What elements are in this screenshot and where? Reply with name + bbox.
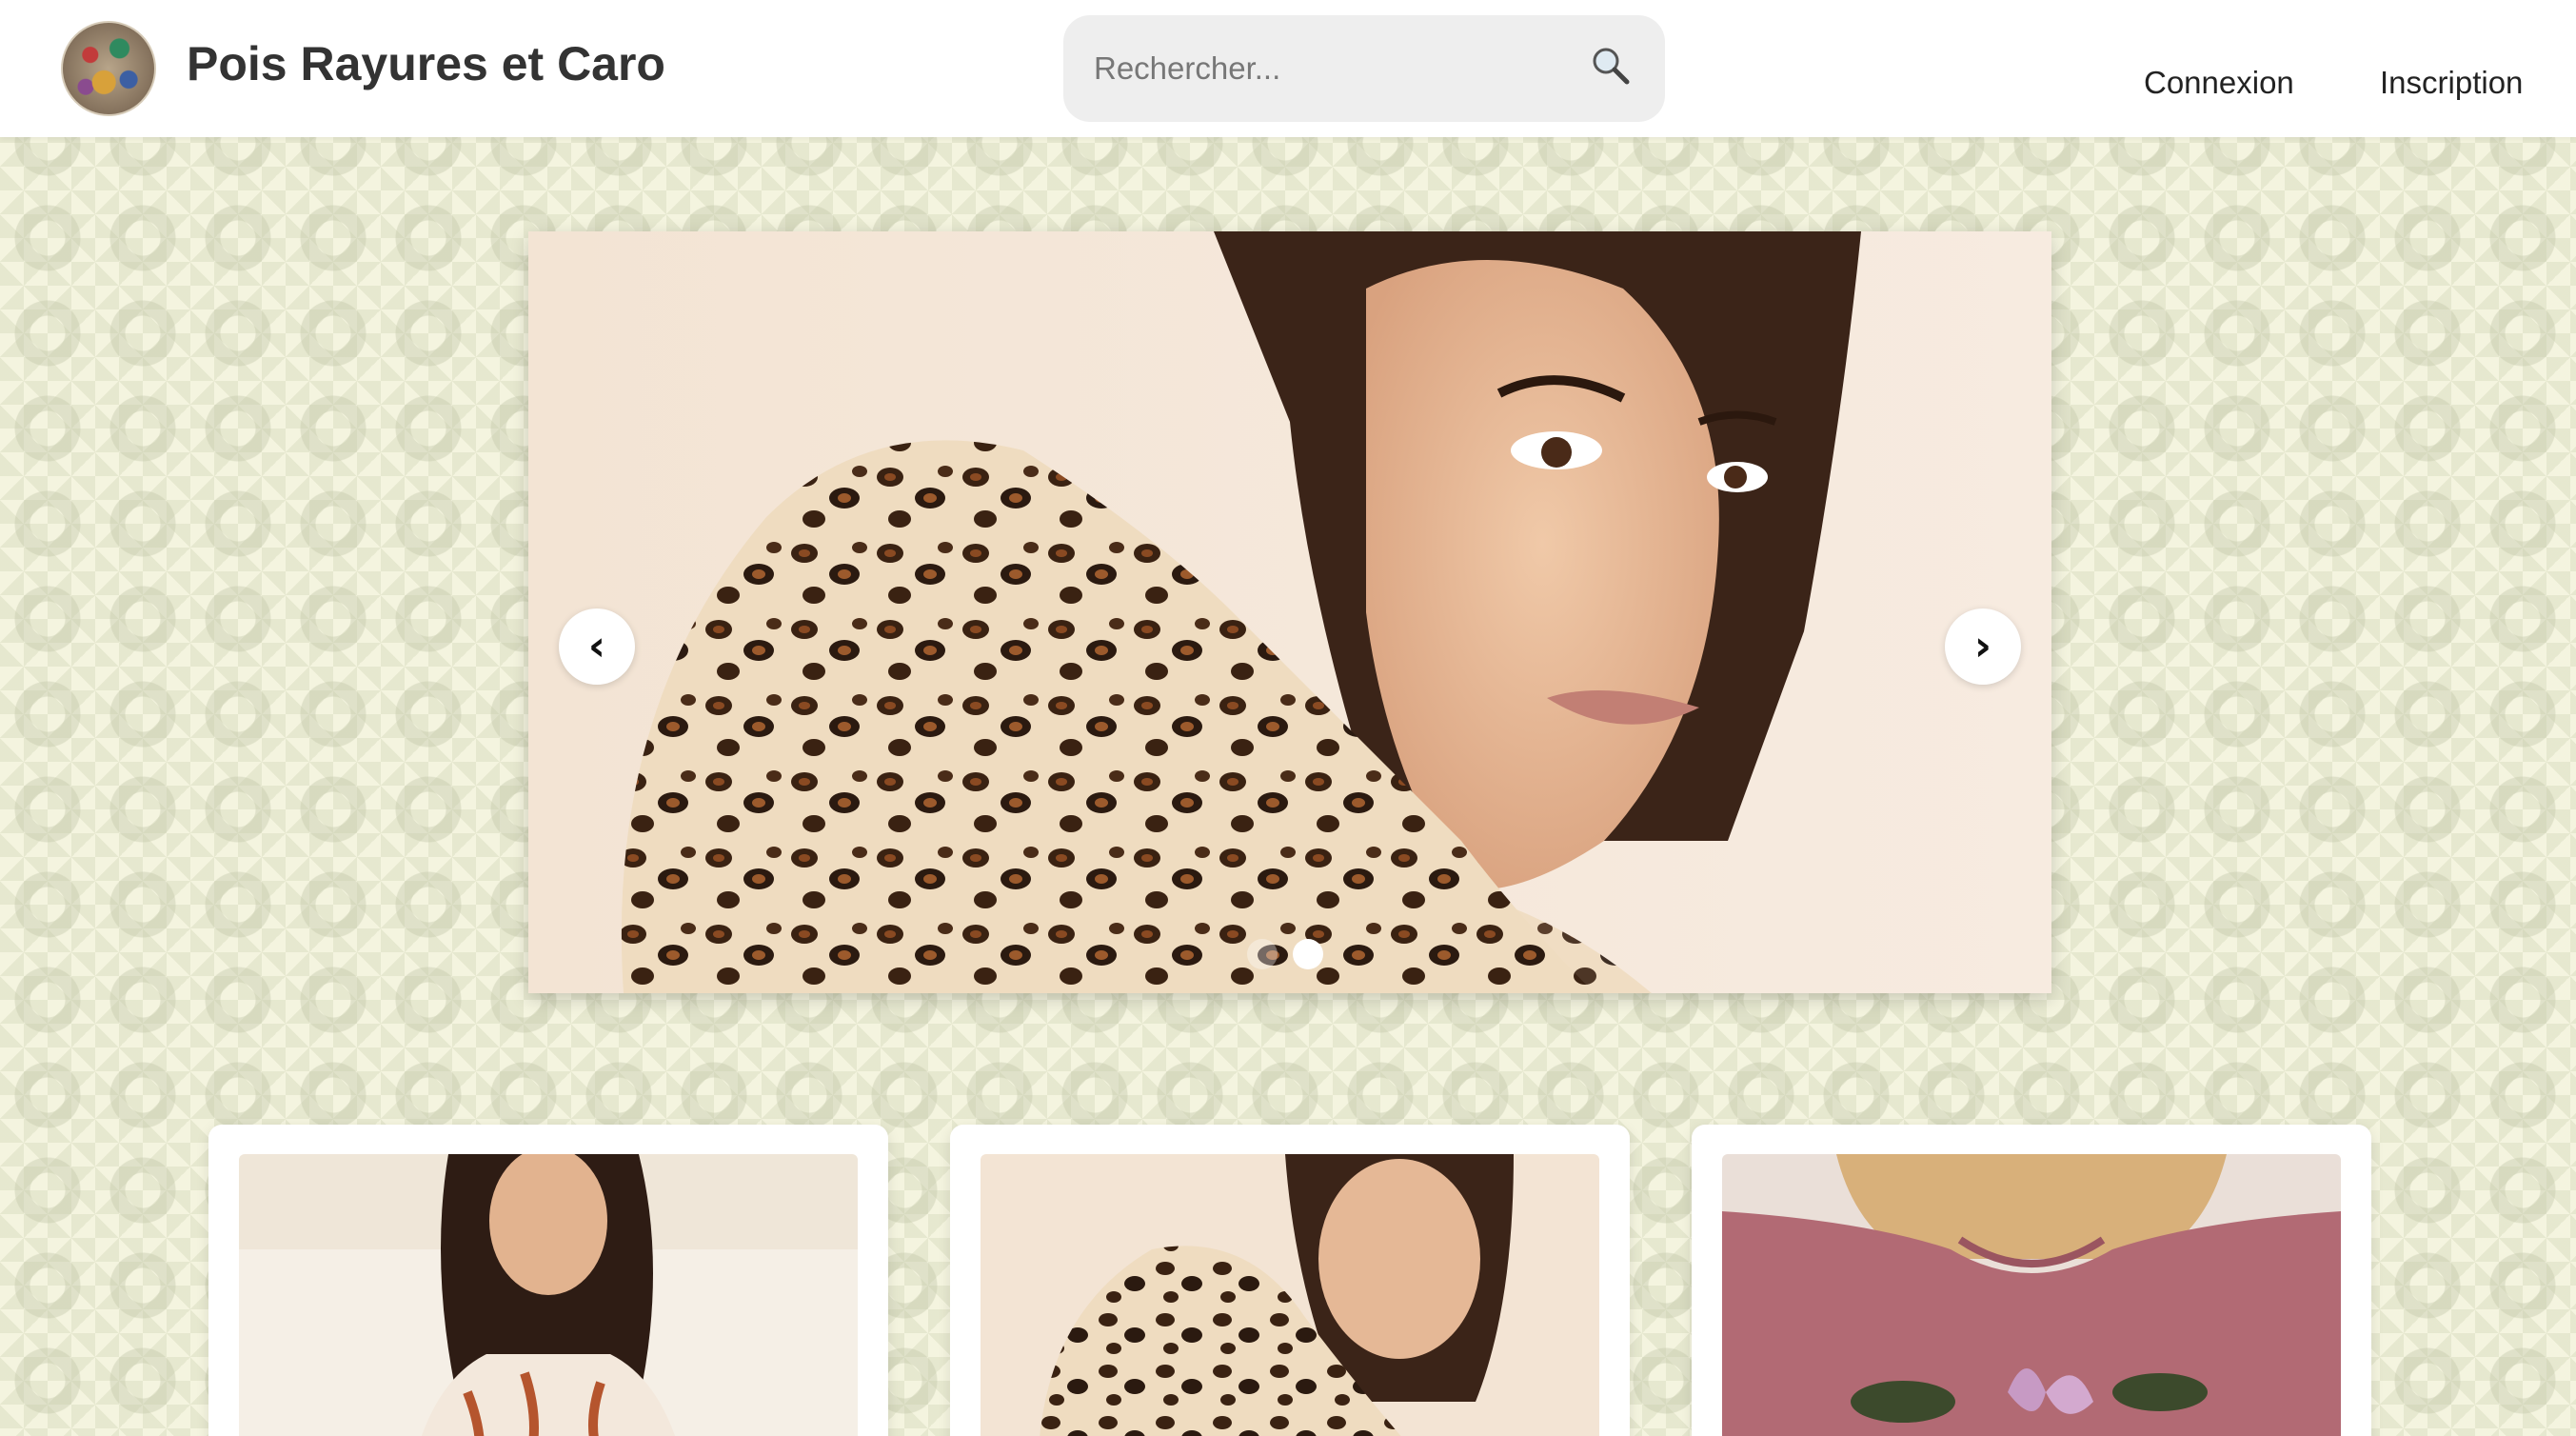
product-image-leopard-hood[interactable]: [981, 1154, 1599, 1436]
carousel-dot-2[interactable]: [1293, 939, 1323, 969]
hero-carousel: [528, 231, 2051, 993]
site-logo[interactable]: [61, 21, 156, 116]
signup-link[interactable]: Inscription: [2380, 65, 2523, 101]
search-bar: [1063, 15, 1665, 122]
carousel-prev-button[interactable]: ‹: [559, 608, 635, 685]
carousel-slide-image: [528, 231, 2051, 993]
site-header: Pois Rayures et Caro Connexion Inscripti…: [0, 0, 2576, 137]
site-title[interactable]: Pois Rayures et Caro: [187, 36, 665, 91]
product-card[interactable]: [208, 1125, 888, 1436]
login-link[interactable]: Connexion: [2144, 65, 2294, 101]
carousel-indicators: [1247, 939, 1323, 969]
product-card[interactable]: [950, 1125, 1630, 1436]
product-image-floral-blouse[interactable]: [239, 1154, 858, 1436]
search-input[interactable]: [1094, 42, 1570, 95]
product-image-pink-tshirt[interactable]: [1722, 1154, 2341, 1436]
product-card[interactable]: [1692, 1125, 2371, 1436]
carousel-dot-1[interactable]: [1247, 939, 1278, 969]
search-icon[interactable]: [1587, 44, 1635, 91]
carousel-next-button[interactable]: ›: [1945, 608, 2021, 685]
